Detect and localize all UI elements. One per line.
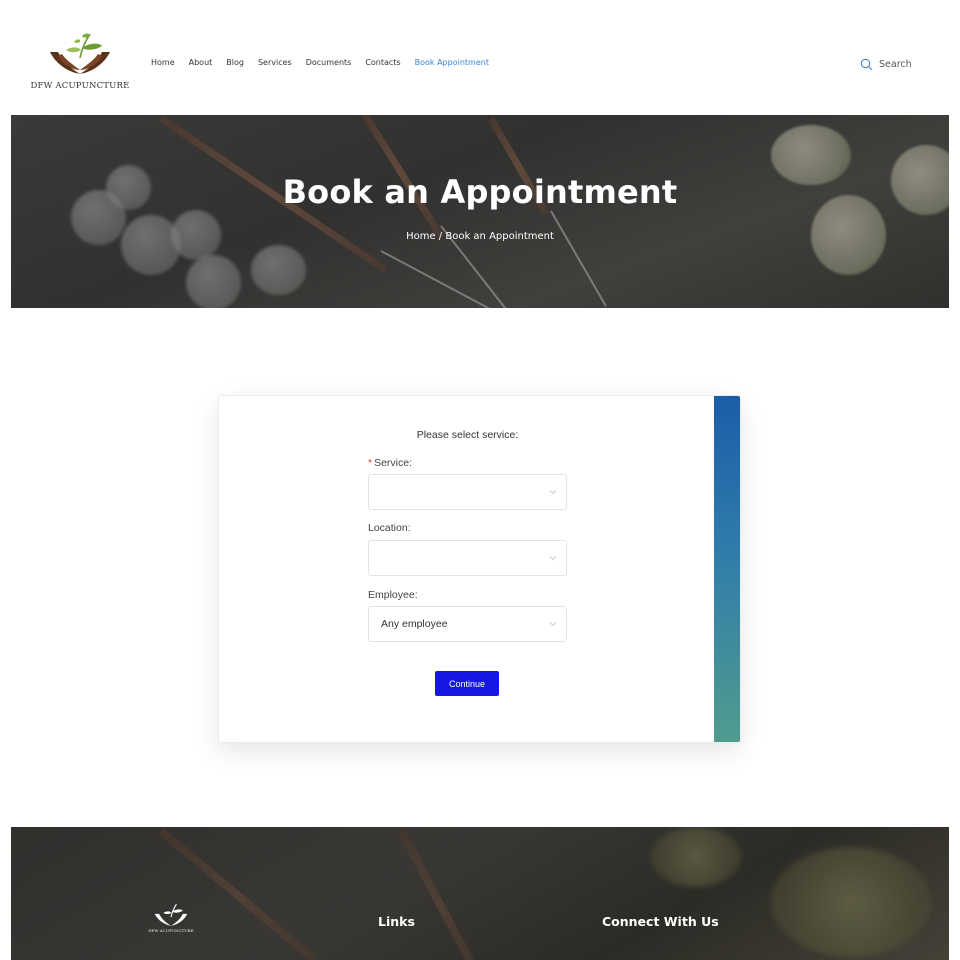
hero-overlay xyxy=(11,115,949,308)
footer-links-heading: Links xyxy=(378,914,415,929)
chevron-down-icon xyxy=(549,622,557,627)
search-label: Search xyxy=(879,59,912,70)
footer-connect-heading: Connect With Us xyxy=(602,914,719,929)
location-label: Location: xyxy=(368,522,411,534)
nav-services[interactable]: Services xyxy=(258,58,292,67)
logo-wordmark: DFW ACUPUNCTURE xyxy=(30,81,130,91)
hero-banner: Book an Appointment Home / Book an Appoi… xyxy=(11,115,949,308)
footer-overlay xyxy=(11,827,949,960)
site-footer: DFW ACUPUNCTURE Links Connect With Us xyxy=(11,827,949,960)
employee-select-value: Any employee xyxy=(381,618,448,630)
booking-form-card: Please select service: * Service: Locatio… xyxy=(218,395,741,743)
service-label-text: Service: xyxy=(374,457,413,469)
breadcrumb[interactable]: Home / Book an Appointment xyxy=(11,231,949,242)
location-select[interactable] xyxy=(368,540,567,576)
chevron-down-icon xyxy=(549,556,557,561)
nav-book-appointment[interactable]: Book Appointment xyxy=(415,58,489,67)
nav-documents[interactable]: Documents xyxy=(306,58,352,67)
employee-label: Employee: xyxy=(368,589,418,601)
nav-home[interactable]: Home xyxy=(151,58,175,67)
search-button[interactable]: Search xyxy=(860,58,912,71)
site-header: DFW ACUPUNCTURE Home About Blog Services… xyxy=(0,0,960,115)
card-side-panel xyxy=(714,396,740,742)
service-select[interactable] xyxy=(368,474,567,510)
required-mark: * xyxy=(368,457,373,469)
nav-contacts[interactable]: Contacts xyxy=(365,58,400,67)
leaf-hands-logo-icon xyxy=(154,903,188,926)
footer-logo-wordmark: DFW ACUPUNCTURE xyxy=(148,928,194,933)
site-logo[interactable]: DFW ACUPUNCTURE xyxy=(28,30,132,94)
nav-about[interactable]: About xyxy=(189,58,213,67)
continue-button[interactable]: Continue xyxy=(435,671,499,696)
search-icon xyxy=(860,58,873,71)
service-label: * Service: xyxy=(368,457,412,469)
main-nav: Home About Blog Services Documents Conta… xyxy=(151,58,503,67)
booking-heading: Please select service: xyxy=(416,429,519,441)
leaf-hands-logo-icon xyxy=(50,33,110,74)
page-title: Book an Appointment xyxy=(282,173,678,211)
nav-blog[interactable]: Blog xyxy=(226,58,244,67)
employee-select[interactable]: Any employee xyxy=(368,606,567,642)
footer-logo[interactable]: DFW ACUPUNCTURE xyxy=(139,902,203,938)
chevron-down-icon xyxy=(549,490,557,495)
